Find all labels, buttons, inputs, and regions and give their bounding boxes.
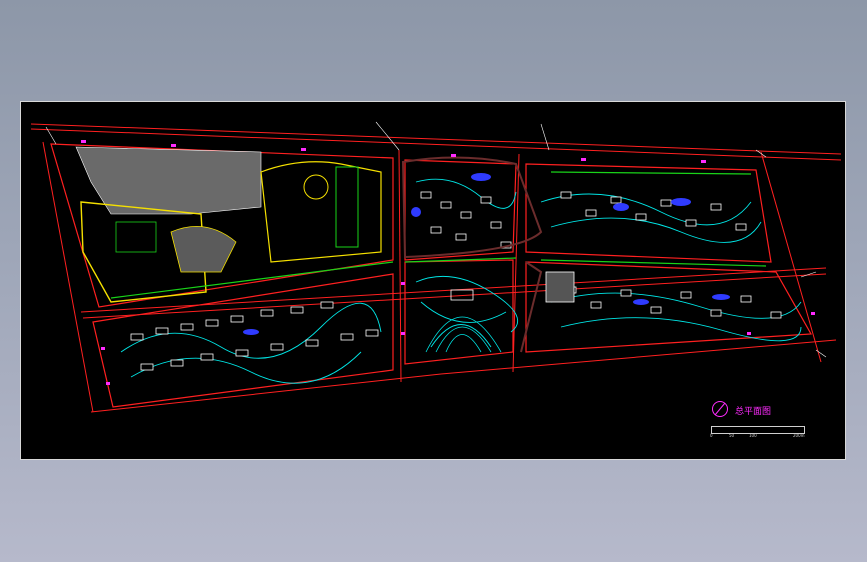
cross-road-2 — [512, 153, 520, 373]
cross-road-1 — [398, 149, 402, 383]
residential-buildings — [130, 191, 782, 371]
scale-bar — [711, 426, 805, 434]
scale-tick-0: 0 — [710, 433, 713, 438]
nw-urban-block — [75, 146, 382, 303]
parcel-sc — [404, 259, 514, 365]
west-road — [42, 141, 94, 413]
parcel-ne — [525, 163, 772, 263]
scale-tick-100: 100 — [749, 433, 757, 438]
plaza-fan — [425, 289, 502, 353]
plan-title: 总平面图 — [735, 407, 772, 417]
north-arrow-icon — [712, 401, 728, 417]
scale-tick-50: 50 — [729, 433, 735, 438]
parcel-nc — [404, 159, 517, 261]
scale-tick-200: 200m — [793, 433, 805, 438]
title-block: 总平面图 0 50 100 200m — [710, 400, 821, 444]
south-road — [90, 373, 442, 413]
cad-drawing-area[interactable]: 总平面图 0 50 100 200m — [20, 101, 846, 460]
